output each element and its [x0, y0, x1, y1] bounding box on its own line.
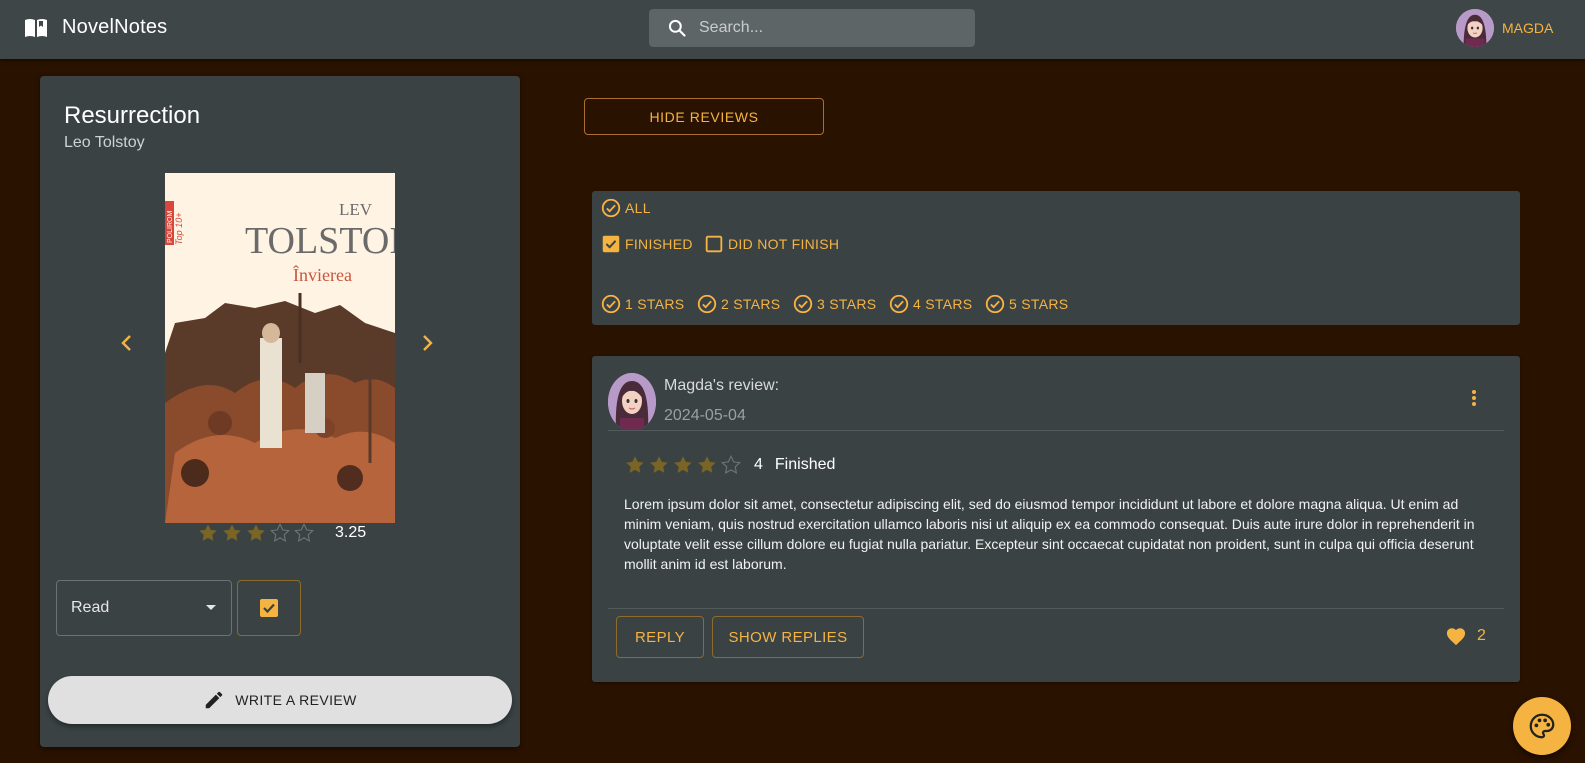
book-rating-stars — [197, 522, 315, 544]
filter-all-label: ALL — [625, 200, 651, 216]
review-status: Finished — [774, 456, 836, 473]
filter-4-stars-label: 4 STARS — [913, 296, 973, 312]
check-circle-icon — [985, 294, 1005, 314]
checkbox-empty-icon — [705, 235, 723, 253]
heart-icon — [1446, 628, 1466, 646]
search-input[interactable] — [699, 19, 959, 37]
filter-2-stars-label: 2 STARS — [721, 296, 781, 312]
filter-3-stars-label: 3 STARS — [817, 296, 877, 312]
app-bar: NovelNotes MAGDA — [0, 0, 1585, 59]
like-count: 2 — [1477, 627, 1486, 644]
confirm-status-button[interactable] — [237, 580, 301, 636]
filter-finished[interactable]: FINISHED — [600, 233, 693, 255]
brand[interactable]: NovelNotes — [24, 16, 167, 39]
star-filled-icon — [223, 524, 241, 541]
star-filled-icon — [247, 524, 265, 541]
book-title: Resurrection — [64, 102, 201, 129]
book-cover: POLIROM Top 10+ LEV TOLSTOI Învierea — [165, 173, 395, 523]
reading-status-select[interactable]: Read — [56, 580, 232, 636]
check-circle-icon — [697, 294, 717, 314]
filter-2-stars[interactable]: 2 STARS — [696, 293, 780, 315]
search-bar[interactable] — [649, 9, 975, 47]
filter-5-stars[interactable]: 5 STARS — [984, 293, 1068, 315]
avatar — [1456, 9, 1494, 47]
book-rating: 3.25 — [197, 522, 366, 544]
chevron-left-icon[interactable] — [115, 331, 139, 355]
cover-title-text: TOLSTOI — [245, 220, 395, 262]
check-circle-icon — [889, 294, 909, 314]
review-header-divider — [608, 430, 1504, 431]
chevron-right-icon[interactable] — [415, 331, 439, 355]
hide-reviews-button[interactable]: HIDE REVIEWS — [584, 98, 824, 135]
pencil-icon — [205, 691, 223, 709]
more-vert-icon[interactable] — [1464, 388, 1484, 408]
write-review-button[interactable]: WRITE A REVIEW — [48, 676, 512, 724]
write-review-label: WRITE A REVIEW — [235, 692, 357, 708]
star-filled-icon — [650, 456, 668, 473]
book-author: Leo Tolstoy — [64, 134, 145, 151]
hide-reviews-label: HIDE REVIEWS — [649, 108, 759, 125]
reply-button[interactable]: REPLY — [616, 616, 704, 658]
reviewer-avatar[interactable] — [608, 373, 656, 431]
review-author: Magda's review: — [664, 377, 780, 394]
cover-author-text: LEV — [339, 200, 373, 219]
star-empty-icon — [294, 523, 314, 542]
star-filled-icon — [698, 456, 716, 473]
star-empty-icon — [270, 523, 290, 542]
user-name: MAGDA — [1502, 20, 1554, 36]
review-date: 2024-05-04 — [664, 407, 746, 424]
review-score: 4 — [754, 456, 763, 473]
filter-3-stars[interactable]: 3 STARS — [792, 293, 876, 315]
filter-finished-label: FINISHED — [625, 236, 693, 252]
dropdown-arrow-icon — [206, 605, 216, 610]
reply-label: REPLY — [634, 628, 686, 646]
theme-button[interactable] — [1513, 697, 1571, 755]
search-icon — [668, 19, 686, 37]
filter-all[interactable]: ALL — [600, 197, 651, 219]
check-circle-icon — [601, 294, 621, 314]
show-replies-button[interactable]: SHOW REPLIES — [712, 616, 864, 658]
book-card: Resurrection Leo Tolstoy POLIROM Top 10+… — [40, 76, 520, 747]
check-circle-icon — [793, 294, 813, 314]
checkbox-checked-icon — [260, 599, 278, 617]
cover-subtitle-text: Învierea — [293, 264, 352, 285]
filter-4-stars[interactable]: 4 STARS — [888, 293, 972, 315]
star-filled-icon — [674, 456, 692, 473]
like-button[interactable]: 2 — [1445, 626, 1486, 646]
review-filters: ALL FINISHED DID NOT FINISH 1 STARS 2 ST… — [592, 191, 1520, 325]
review-text: Lorem ipsum dolor sit amet, consectetur … — [624, 496, 1475, 572]
cover-series-sub: Top 10+ — [174, 213, 184, 245]
app-title: NovelNotes — [62, 16, 168, 38]
filter-1-stars[interactable]: 1 STARS — [600, 293, 684, 315]
star-filled-icon — [626, 456, 644, 473]
filter-did-not-finish[interactable]: DID NOT FINISH — [703, 233, 839, 255]
review-rating-stars — [624, 454, 742, 476]
filter-dnf-label: DID NOT FINISH — [728, 236, 840, 252]
filter-1-stars-label: 1 STARS — [625, 296, 685, 312]
reading-status-value: Read — [71, 599, 110, 616]
palette-icon — [1529, 713, 1555, 739]
check-circle-icon — [601, 198, 621, 218]
review-card: Magda's review: 2024-05-04 4 Finished Lo… — [592, 356, 1520, 682]
review-rating: 4 Finished — [624, 454, 835, 476]
cover-series-text: POLIROM — [167, 211, 174, 243]
star-filled-icon — [199, 524, 217, 541]
filter-5-stars-label: 5 STARS — [1009, 296, 1069, 312]
user-menu[interactable]: MAGDA — [1456, 9, 1553, 47]
checkbox-checked-icon — [602, 235, 620, 253]
open-book-icon — [25, 18, 47, 37]
book-rating-value: 3.25 — [335, 524, 367, 541]
show-replies-label: SHOW REPLIES — [728, 628, 848, 646]
review-footer-divider — [608, 608, 1504, 609]
star-empty-icon — [721, 455, 741, 474]
